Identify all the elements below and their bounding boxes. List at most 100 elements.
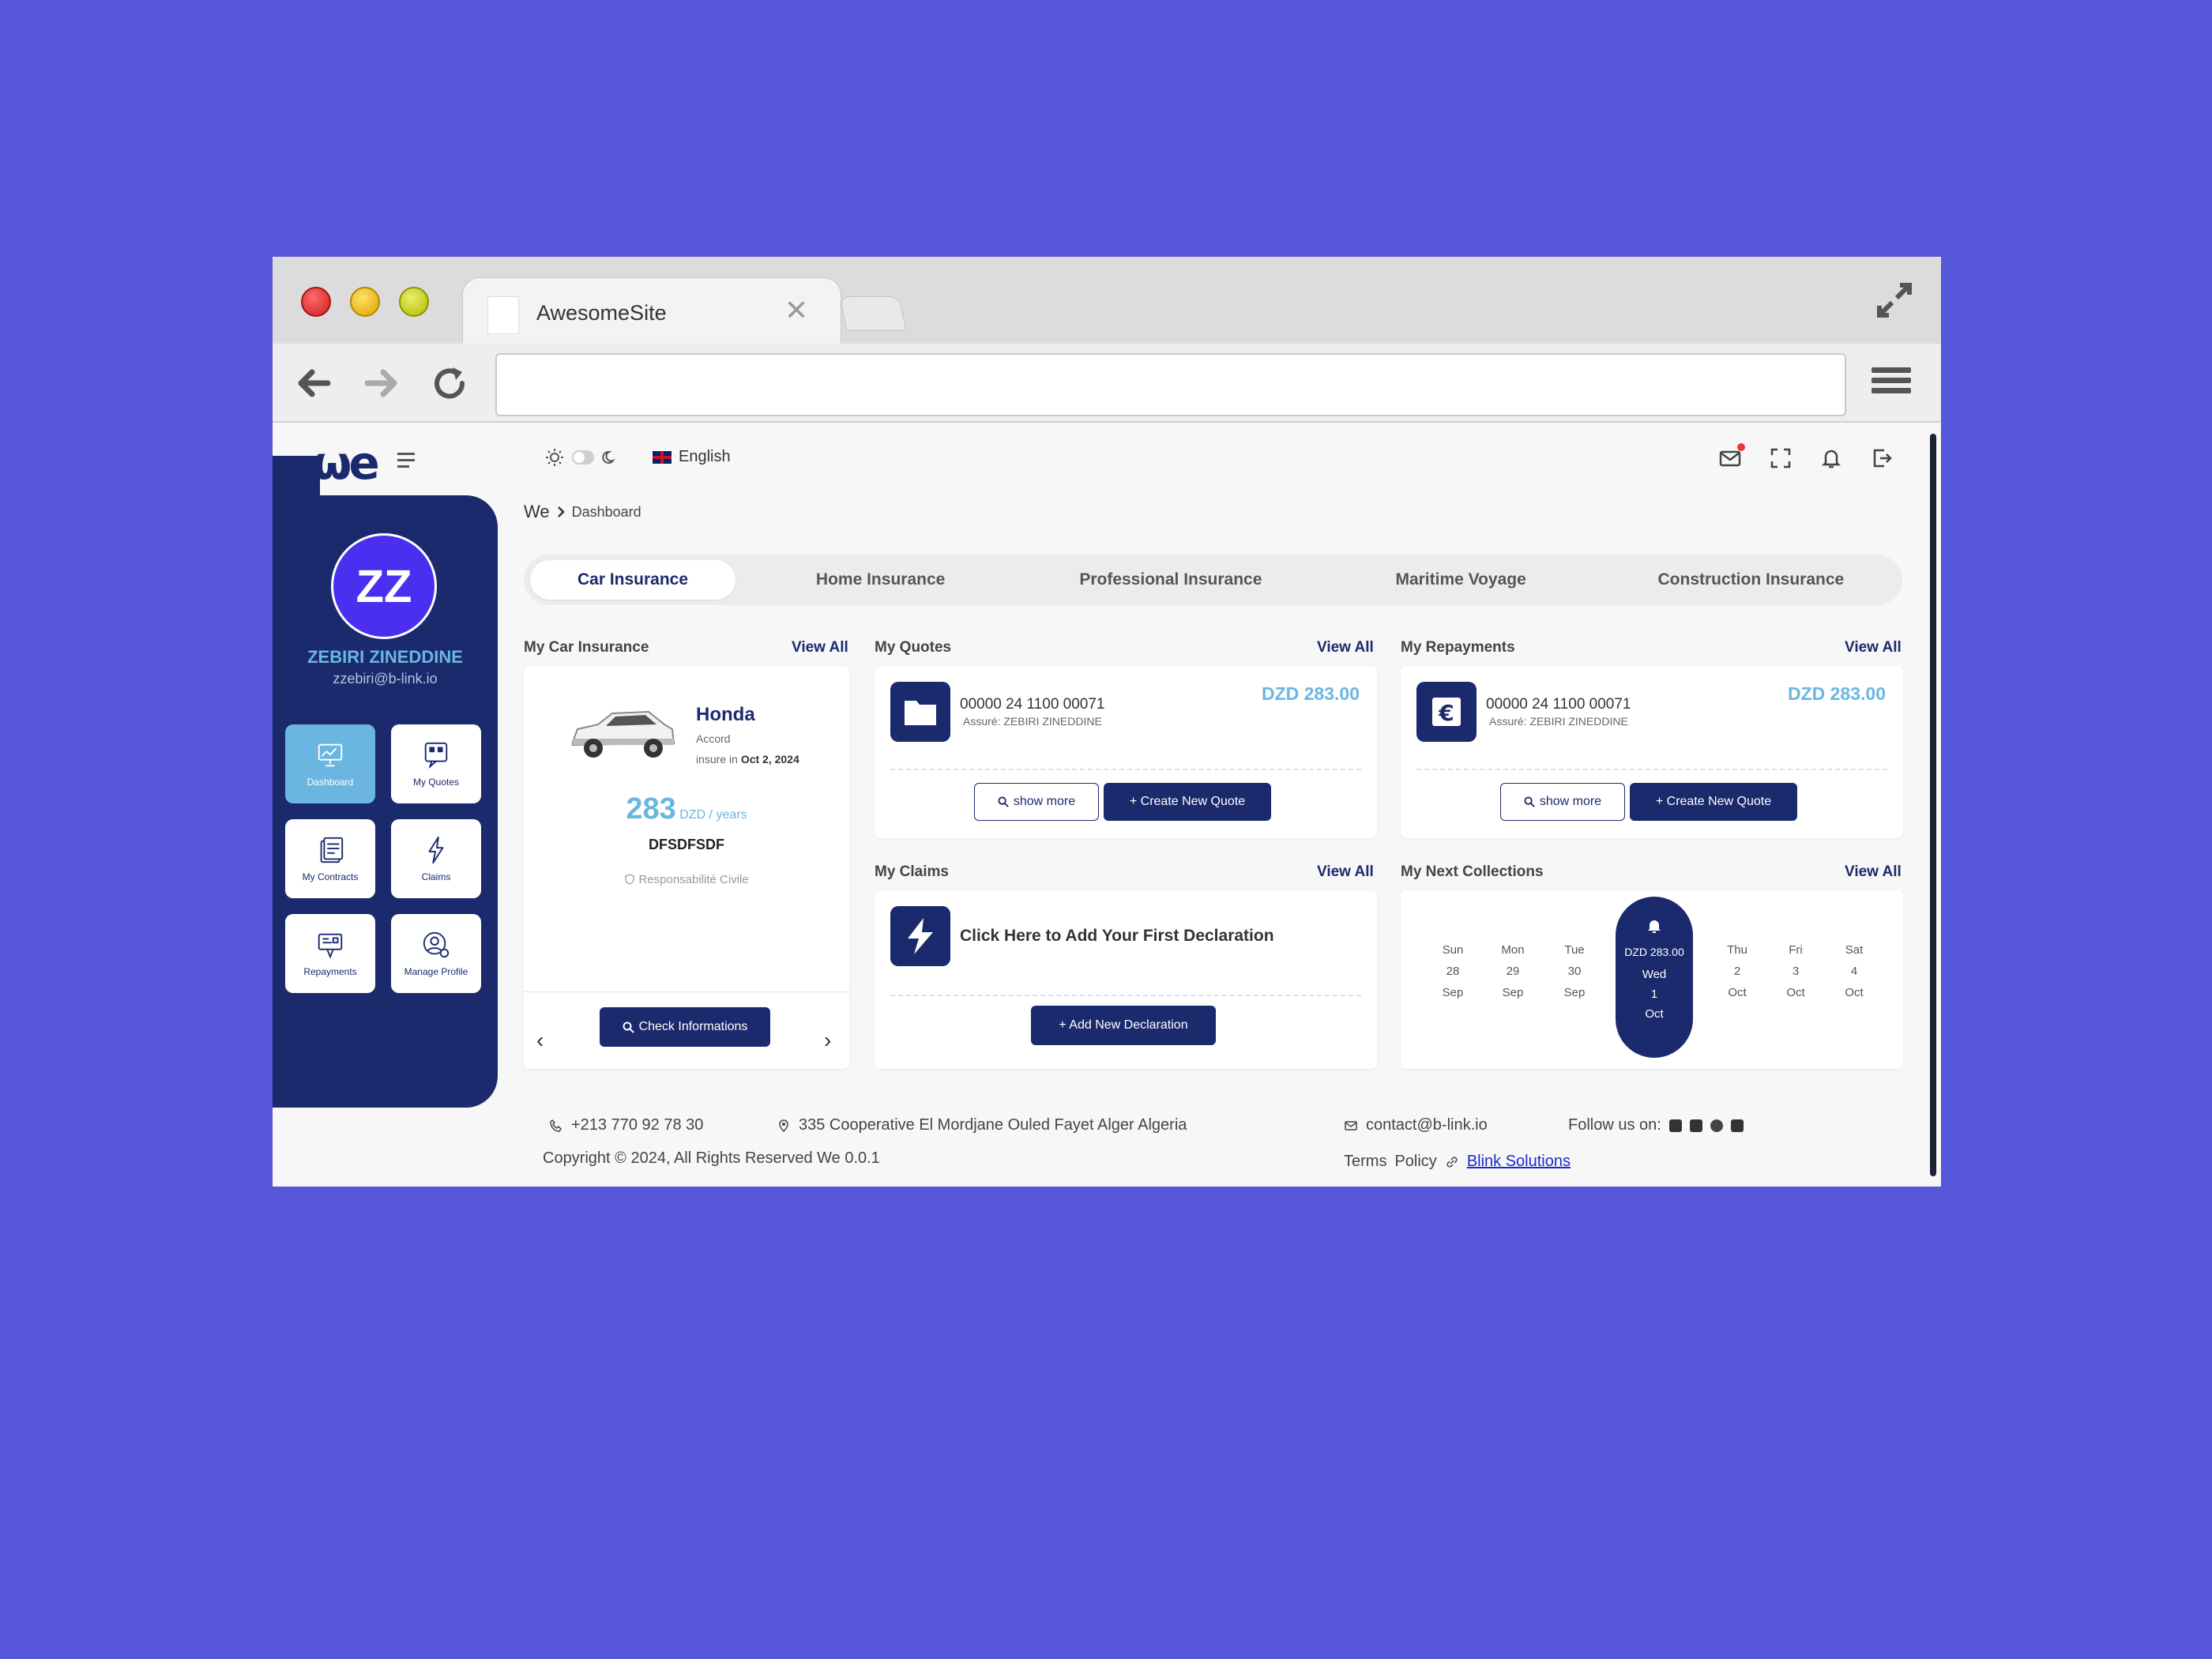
tab-professional-insurance[interactable]: Professional Insurance: [1025, 560, 1315, 600]
fullscreen-icon[interactable]: [1875, 280, 1914, 320]
tab-close-icon[interactable]: ✕: [784, 296, 808, 325]
sidebar-item-dashboard[interactable]: Dashboard: [285, 724, 375, 803]
add-first-declaration-link[interactable]: Click Here to Add Your First Declaration: [960, 927, 1274, 946]
euro-icon: €: [1416, 682, 1477, 742]
calendar-day[interactable]: Fri 3 Oct: [1772, 939, 1819, 1003]
tab-maritime-voyage[interactable]: Maritime Voyage: [1316, 560, 1606, 600]
footer-phone[interactable]: +213 770 92 78 30: [549, 1116, 703, 1134]
folder-icon: [890, 682, 950, 742]
shield-icon: [625, 874, 635, 885]
contracts-icon: [320, 837, 344, 863]
logout-icon[interactable]: [1870, 446, 1894, 470]
sidebar-menu: Dashboard My Quotes My Contracts Claims …: [285, 724, 481, 993]
tab-title: AwesomeSite: [536, 301, 667, 325]
bell-icon[interactable]: [1819, 446, 1843, 470]
sidebar-item-claims[interactable]: Claims: [391, 819, 481, 898]
sidebar-item-label: Repayments: [303, 966, 357, 977]
close-window-button[interactable]: [301, 287, 331, 317]
new-tab-button[interactable]: [839, 296, 907, 331]
address-bar[interactable]: [495, 353, 1846, 416]
divider: [890, 995, 1361, 996]
sidebar-item-label: Manage Profile: [404, 966, 468, 977]
section-title-claims: My Claims: [875, 863, 949, 880]
mail-icon[interactable]: [1718, 443, 1745, 470]
browser-tab-strip: AwesomeSite ✕: [273, 257, 1941, 345]
create-new-quote-repayments-button[interactable]: + Create New Quote: [1630, 783, 1797, 821]
reload-icon[interactable]: [429, 363, 470, 404]
tab-construction-insurance[interactable]: Construction Insurance: [1606, 560, 1896, 600]
avatar[interactable]: ZZ: [331, 533, 437, 639]
sidebar: ZZ ZEBIRI ZINEDDINE zzebiri@b-link.io Da…: [273, 456, 498, 1108]
create-new-quote-button[interactable]: + Create New Quote: [1104, 783, 1271, 821]
previous-car-button[interactable]: ‹: [536, 1028, 544, 1053]
page-viewport: ωe English ZZ ZEBIRI ZINEDDINE zzebiri@b…: [273, 424, 1941, 1187]
twitter-icon[interactable]: [1710, 1119, 1723, 1132]
breadcrumb-current: Dashboard: [571, 503, 641, 520]
add-new-declaration-button[interactable]: + Add New Declaration: [1031, 1006, 1216, 1045]
page-icon: [487, 296, 519, 334]
view-all-claims-link[interactable]: View All: [1317, 863, 1374, 881]
linkedin-icon[interactable]: [1730, 1119, 1744, 1132]
search-icon: [623, 1021, 634, 1033]
breadcrumb-root[interactable]: We: [524, 502, 550, 522]
footer-links: Terms Policy Blink Solutions: [1344, 1153, 1571, 1171]
instagram-icon[interactable]: [1689, 1119, 1702, 1132]
view-all-car-link[interactable]: View All: [792, 639, 848, 656]
show-more-repayments-button[interactable]: show more: [1500, 783, 1625, 821]
view-all-repayments-link[interactable]: View All: [1845, 639, 1902, 656]
car-coverage: Responsabilité Civile: [524, 873, 849, 886]
language-selector[interactable]: English: [652, 448, 731, 466]
sidebar-item-my-contracts[interactable]: My Contracts: [285, 819, 375, 898]
next-car-button[interactable]: ›: [824, 1028, 831, 1053]
calendar-day[interactable]: Thu 2 Oct: [1714, 939, 1761, 1003]
tab-home-insurance[interactable]: Home Insurance: [735, 560, 1025, 600]
repayments-card: € 00000 24 1100 00071 Assuré: ZEBIRI ZIN…: [1401, 666, 1903, 838]
check-informations-button[interactable]: Check Informations: [600, 1007, 770, 1047]
sidebar-toggle-icon[interactable]: [397, 453, 415, 472]
sidebar-item-manage-profile[interactable]: Manage Profile: [391, 914, 481, 993]
expand-screen-icon[interactable]: [1769, 446, 1793, 470]
car-price: 283 DZD / years: [626, 792, 747, 826]
browser-window: AwesomeSite ✕ ωe English ZZ ZEBIRI ZINED…: [273, 257, 1941, 1187]
policy-link[interactable]: Policy: [1394, 1153, 1436, 1171]
calendar-day[interactable]: Mon 29 Sep: [1489, 939, 1537, 1003]
scrollbar[interactable]: [1930, 434, 1936, 1176]
calendar-day[interactable]: Sat 4 Oct: [1830, 939, 1878, 1003]
tab-car-insurance[interactable]: Car Insurance: [530, 560, 735, 600]
car-plate: DFSDFSDF: [649, 837, 724, 852]
browser-menu-icon[interactable]: [1872, 367, 1911, 401]
minimize-window-button[interactable]: [350, 287, 380, 317]
user-name: ZEBIRI ZINEDDINE: [307, 647, 463, 667]
back-arrow-icon[interactable]: [293, 363, 334, 404]
sun-icon: [546, 449, 563, 466]
dashboard-icon: [318, 743, 343, 767]
sidebar-item-repayments[interactable]: Repayments: [285, 914, 375, 993]
company-link[interactable]: Blink Solutions: [1467, 1153, 1571, 1171]
claims-card[interactable]: Click Here to Add Your First Declaration…: [875, 890, 1377, 1069]
view-all-quotes-link[interactable]: View All: [1317, 639, 1374, 656]
theme-switch[interactable]: [572, 450, 594, 465]
sidebar-item-label: Claims: [421, 871, 451, 882]
quotes-card: 00000 24 1100 00071 Assuré: ZEBIRI ZINED…: [875, 666, 1377, 838]
calendar-day-selected[interactable]: DZD 283.00 Wed 1 Oct: [1616, 897, 1693, 1058]
facebook-icon[interactable]: [1668, 1119, 1682, 1132]
theme-toggle[interactable]: [545, 448, 618, 467]
maximize-window-button[interactable]: [399, 287, 429, 317]
language-label: English: [679, 448, 731, 465]
view-all-collections-link[interactable]: View All: [1845, 863, 1902, 881]
app-logo[interactable]: ωe: [312, 440, 380, 486]
show-more-quotes-button[interactable]: show more: [974, 783, 1099, 821]
forward-arrow-icon[interactable]: [361, 363, 402, 404]
divider: [1416, 769, 1887, 770]
quotes-icon: [424, 742, 448, 769]
sidebar-item-my-quotes[interactable]: My Quotes: [391, 724, 481, 803]
sidebar-item-label: My Contracts: [302, 871, 359, 882]
footer-address: 335 Cooperative El Mordjane Ouled Fayet …: [777, 1116, 1187, 1134]
breadcrumb: We Dashboard: [524, 502, 641, 522]
terms-link[interactable]: Terms: [1344, 1153, 1386, 1171]
calendar-day[interactable]: Sun 28 Sep: [1429, 939, 1477, 1003]
footer-email[interactable]: contact@b-link.io: [1344, 1116, 1488, 1134]
calendar-day[interactable]: Tue 30 Sep: [1551, 939, 1598, 1003]
repayment-reference: 00000 24 1100 00071: [1486, 696, 1631, 713]
header-actions: [1718, 443, 1894, 470]
